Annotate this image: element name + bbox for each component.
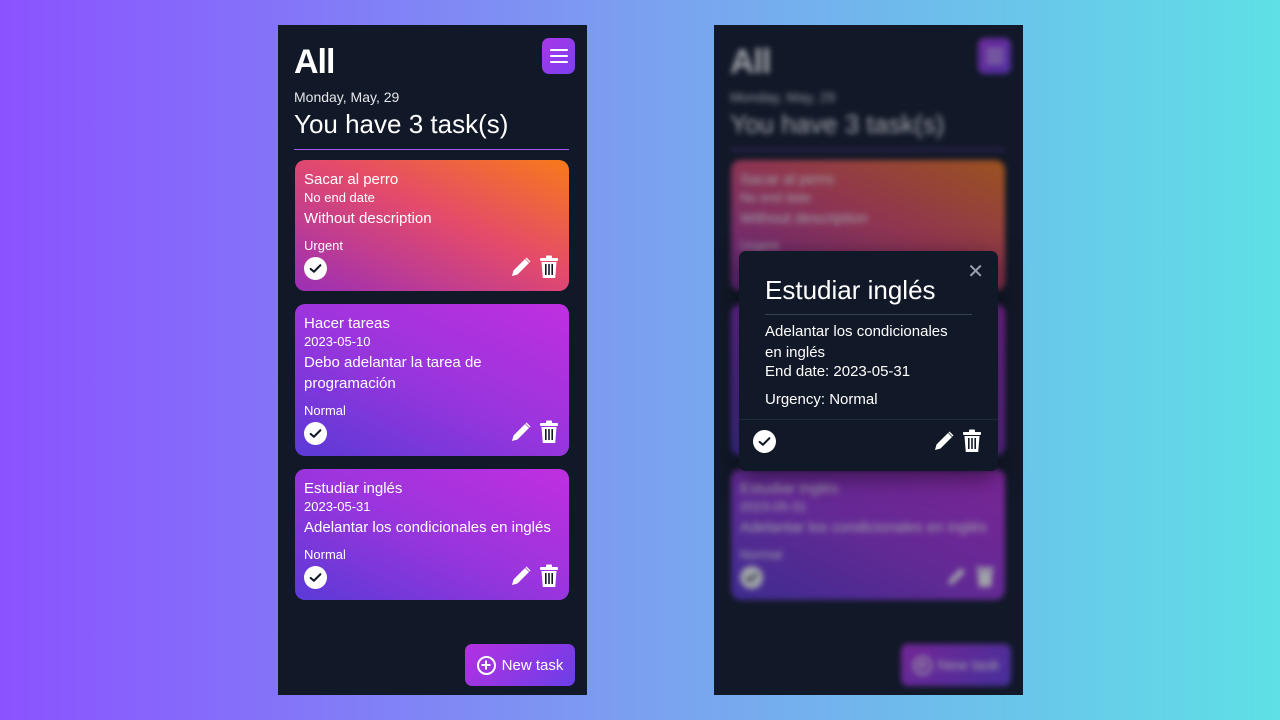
trash-icon[interactable] xyxy=(539,420,559,444)
task-date: No end date xyxy=(304,190,375,205)
current-date: Monday, May, 29 xyxy=(294,89,400,105)
task-card[interactable]: Estudiar inglés 2023-05-31 Adelantar los… xyxy=(295,469,569,600)
pencil-icon[interactable] xyxy=(509,255,533,279)
check-circle-icon[interactable] xyxy=(304,566,327,589)
header-divider xyxy=(294,149,569,150)
task-card: Estudiar inglés 2023-05-31 Adelantar los… xyxy=(731,469,1005,600)
trash-icon[interactable] xyxy=(962,429,982,453)
task-card[interactable]: Hacer tareas 2023-05-10 Debo adelantar l… xyxy=(295,304,569,456)
hamburger-menu-icon xyxy=(549,49,568,51)
plus-circle-icon xyxy=(912,655,932,675)
page-title: All xyxy=(294,43,335,81)
menu-button xyxy=(978,38,1011,74)
task-detail-modal: ✕ Estudiar inglés Adelantar los condicio… xyxy=(739,251,998,471)
task-title: Estudiar inglés xyxy=(304,480,403,497)
pencil-icon[interactable] xyxy=(509,420,533,444)
task-date: 2023-05-31 xyxy=(304,499,371,514)
task-date: No end date xyxy=(740,190,811,205)
task-count: You have 3 task(s) xyxy=(294,109,509,139)
task-date: 2023-05-10 xyxy=(304,334,371,349)
new-task-button: New task xyxy=(901,644,1011,686)
pencil-icon[interactable] xyxy=(509,564,533,588)
task-date: 2023-05-31 xyxy=(740,499,807,514)
task-urgency: Urgent xyxy=(304,238,344,253)
pencil-icon[interactable] xyxy=(932,429,956,453)
check-circle-icon[interactable] xyxy=(753,430,776,453)
check-circle-icon[interactable] xyxy=(304,422,327,445)
task-count: You have 3 task(s) xyxy=(730,109,945,139)
trash-icon[interactable] xyxy=(539,564,559,588)
trash-icon xyxy=(976,567,994,587)
task-description: Without description xyxy=(740,210,868,227)
header-divider xyxy=(730,149,1005,150)
hamburger-menu-icon xyxy=(985,49,1004,51)
task-title: Hacer tareas xyxy=(304,315,390,332)
modal-divider xyxy=(765,314,972,315)
new-task-button[interactable]: New task xyxy=(465,644,575,686)
task-urgency: Normal xyxy=(304,547,346,562)
check-circle-icon[interactable] xyxy=(304,257,327,280)
task-urgency: Normal xyxy=(740,547,782,562)
task-urgency: Normal xyxy=(304,403,346,418)
close-icon[interactable]: ✕ xyxy=(967,262,984,282)
task-description: Adelantar los condicionales en inglés xyxy=(304,519,551,536)
menu-button[interactable] xyxy=(542,38,575,74)
trash-icon[interactable] xyxy=(539,255,559,279)
new-task-label: New task xyxy=(501,656,564,674)
task-title: Sacar al perro xyxy=(740,171,835,188)
task-title: Sacar al perro xyxy=(304,171,399,188)
plus-circle-icon xyxy=(476,655,496,675)
task-description: Adelantar los condicionales en inglés xyxy=(740,519,987,536)
current-date: Monday, May, 29 xyxy=(730,89,836,105)
task-description: Without description xyxy=(304,210,432,227)
pencil-icon xyxy=(948,568,965,585)
modal-title: Estudiar inglés xyxy=(765,275,936,305)
task-card[interactable]: Sacar al perro No end date Without descr… xyxy=(295,160,569,291)
new-task-label: New task xyxy=(937,656,1000,674)
modal-urgency: Urgency: Normal xyxy=(765,391,878,408)
modal-footer-divider xyxy=(739,419,998,420)
task-list-screen: All Monday, May, 29 You have 3 task(s) S… xyxy=(278,25,587,695)
check-circle-icon xyxy=(740,566,763,589)
page-title: All xyxy=(730,43,771,81)
modal-description: Adelantar los condicionales en inglés xyxy=(765,323,948,361)
modal-end-date: End date: 2023-05-31 xyxy=(765,363,911,380)
task-description: Debo adelantar la tarea de programación xyxy=(304,354,482,392)
task-title: Estudiar inglés xyxy=(740,480,839,497)
